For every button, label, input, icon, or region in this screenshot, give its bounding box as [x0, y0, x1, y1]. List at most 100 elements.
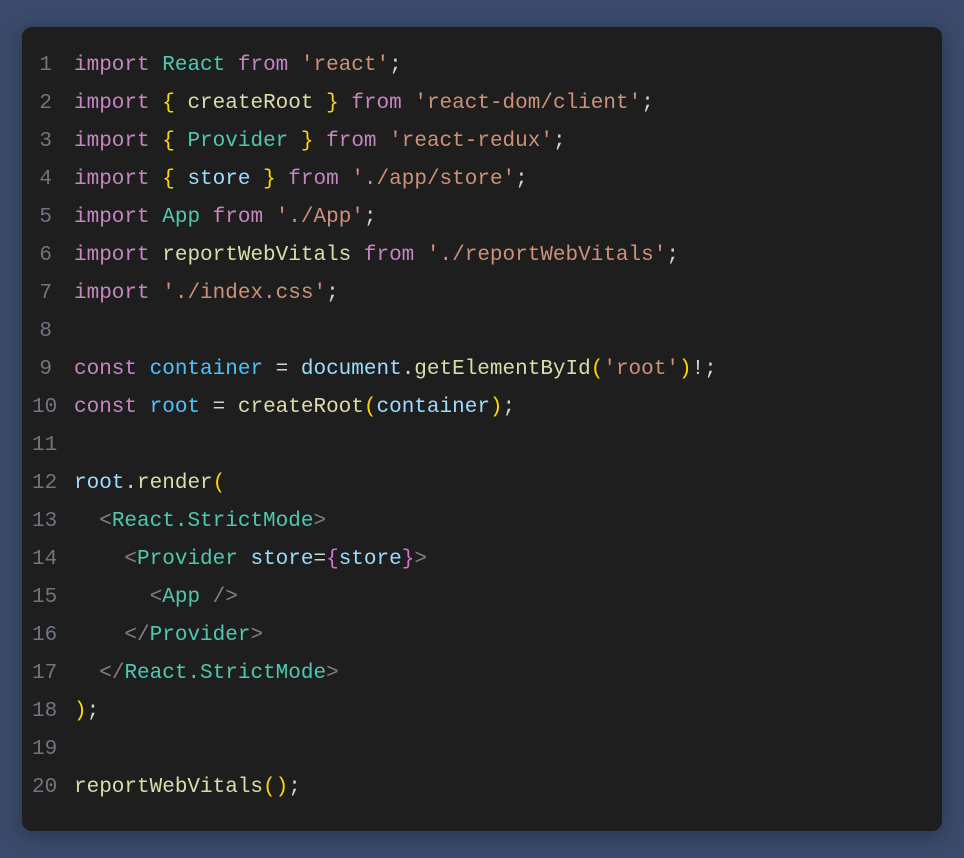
code-token: [74, 586, 150, 609]
code-token: [74, 548, 124, 571]
code-line: 7import './index.css';: [32, 275, 918, 313]
code-token: (: [591, 358, 604, 381]
code-token: [250, 168, 263, 191]
code-token: =: [313, 548, 326, 571]
code-token: (: [263, 776, 276, 799]
code-token: }: [402, 548, 415, 571]
code-token: store: [339, 548, 402, 571]
code-token: ;: [641, 92, 654, 115]
code-token: ;: [364, 206, 377, 229]
code-token: App: [162, 586, 200, 609]
code-token: .: [124, 472, 137, 495]
code-token: './reportWebVitals': [427, 244, 666, 267]
code-token: [339, 92, 352, 115]
code-token: [314, 130, 327, 153]
code-line: 11: [32, 427, 918, 465]
code-line: 18);: [32, 693, 918, 731]
code-line: 16 </Provider>: [32, 617, 918, 655]
line-content: import './index.css';: [74, 275, 339, 313]
line-number: 18: [32, 693, 74, 731]
code-line: 17 </React.StrictMode>: [32, 655, 918, 693]
code-token: ): [74, 700, 87, 723]
line-content: import reportWebVitals from './reportWeb…: [74, 237, 679, 275]
code-token: (: [364, 396, 377, 419]
code-token: import: [74, 130, 150, 153]
code-token: const: [74, 396, 137, 419]
code-token: 'react-redux': [389, 130, 553, 153]
code-line: 9const container = document.getElementBy…: [32, 351, 918, 389]
code-token: [288, 54, 301, 77]
code-token: ): [276, 776, 289, 799]
code-token: =: [263, 358, 301, 381]
code-token: container: [150, 358, 263, 381]
code-token: './app/store': [351, 168, 515, 191]
code-token: reportWebVitals: [74, 776, 263, 799]
code-token: React: [162, 54, 225, 77]
code-token: }: [263, 168, 276, 191]
code-token: }: [301, 130, 314, 153]
line-number: 10: [32, 389, 74, 427]
code-token: [175, 92, 188, 115]
code-token: './App': [276, 206, 364, 229]
code-token: [150, 130, 163, 153]
code-token: [238, 548, 251, 571]
code-line: 5import App from './App';: [32, 199, 918, 237]
line-number: 3: [32, 123, 74, 161]
line-number: 9: [32, 351, 74, 389]
line-content: <App />: [74, 579, 238, 617]
code-token: ;: [515, 168, 528, 191]
code-token: [150, 206, 163, 229]
code-token: [150, 54, 163, 77]
code-token: 'react-dom/client': [414, 92, 641, 115]
code-line: 6import reportWebVitals from './reportWe…: [32, 237, 918, 275]
line-number: 17: [32, 655, 74, 693]
code-token: >: [313, 510, 326, 533]
code-token: [137, 396, 150, 419]
code-token: [200, 206, 213, 229]
code-token: [150, 92, 163, 115]
code-token: getElementById: [414, 358, 590, 381]
line-content: </React.StrictMode>: [74, 655, 339, 693]
line-content: <React.StrictMode>: [74, 503, 326, 541]
code-line: 14 <Provider store={store}>: [32, 541, 918, 579]
code-token: {: [162, 168, 175, 191]
line-number: 5: [32, 199, 74, 237]
code-token: {: [162, 130, 175, 153]
code-token: (: [213, 472, 226, 495]
line-number: 11: [32, 427, 74, 465]
code-token: [351, 244, 364, 267]
code-token: >: [250, 624, 263, 647]
code-token: [74, 662, 99, 685]
code-token: createRoot: [238, 396, 364, 419]
line-content: );: [74, 693, 99, 731]
code-token: </: [124, 624, 149, 647]
code-token: const: [74, 358, 137, 381]
code-token: [414, 244, 427, 267]
line-content: import { Provider } from 'react-redux';: [74, 123, 566, 161]
code-token: [137, 358, 150, 381]
code-token: React.StrictMode: [124, 662, 326, 685]
code-token: from: [288, 168, 338, 191]
code-token: [276, 168, 289, 191]
code-token: Provider: [187, 130, 288, 153]
code-token: from: [238, 54, 288, 77]
code-token: [313, 92, 326, 115]
line-content: import App from './App';: [74, 199, 377, 237]
line-number: 19: [32, 731, 74, 769]
code-token: App: [162, 206, 200, 229]
code-token: ;: [288, 776, 301, 799]
line-number: 6: [32, 237, 74, 275]
line-content: const container = document.getElementByI…: [74, 351, 717, 389]
line-content: import { store } from './app/store';: [74, 161, 528, 199]
code-container: 1import React from 'react';2import { cre…: [32, 47, 918, 807]
code-token: import: [74, 92, 150, 115]
code-token: }: [326, 92, 339, 115]
code-token: [288, 130, 301, 153]
code-token: root: [150, 396, 200, 419]
line-content: </Provider>: [74, 617, 263, 655]
line-number: 20: [32, 769, 74, 807]
code-token: Provider: [137, 548, 238, 571]
code-token: ): [490, 396, 503, 419]
code-line: 15 <App />: [32, 579, 918, 617]
code-token: .: [402, 358, 415, 381]
